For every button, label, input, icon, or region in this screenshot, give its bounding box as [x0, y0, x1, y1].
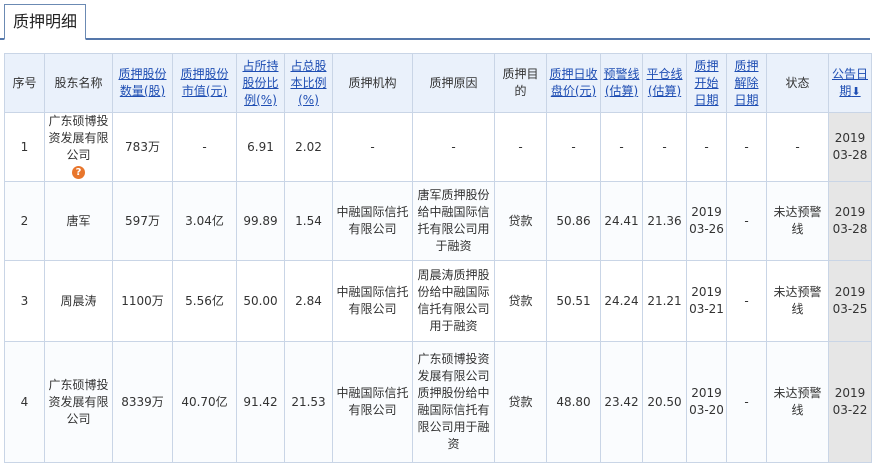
cell-holder: 广东硕博投资发展有限公司? — [44, 112, 113, 182]
cell-liquidation-line: 21.21 — [642, 260, 687, 342]
cell-index: 1 — [4, 112, 45, 182]
cell-reason: 周晨涛质押股份给中融国际信托有限公司用于融资 — [412, 260, 495, 342]
cell-shares: 597万 — [112, 181, 173, 261]
cell-reason: 唐军质押股份给中融国际信托有限公司用于融资 — [412, 181, 495, 261]
cell-pct-total: 2.02 — [284, 112, 333, 182]
cell-shares: 783万 — [112, 112, 173, 182]
cell-release-date: - — [726, 112, 767, 182]
cell-warn-line: 23.42 — [600, 341, 643, 463]
cell-liquidation-line: - — [642, 112, 687, 182]
cell-close-price: 50.86 — [546, 181, 601, 261]
tab-underline — [0, 38, 870, 40]
header-release-date[interactable]: 质押解除日期 — [726, 53, 767, 113]
sort-down-arrow-icon[interactable]: ⬇ — [851, 85, 860, 98]
question-icon[interactable]: ? — [72, 166, 85, 179]
header-status: 状态 — [766, 53, 829, 113]
cell-reason: - — [412, 112, 495, 182]
cell-index: 4 — [4, 341, 45, 463]
cell-holder: 广东硕博投资发展有限公司 — [44, 341, 113, 463]
cell-value: - — [172, 112, 237, 182]
pledge-table: 序号 股东名称 质押股份数量(股) 质押股份市值(元) 占所持股份比例(%) 占… — [4, 53, 872, 463]
header-pct-total[interactable]: 占总股本比例(%) — [284, 53, 333, 113]
cell-close-price: 50.51 — [546, 260, 601, 342]
cell-pct-held: 6.91 — [236, 112, 285, 182]
header-start-date[interactable]: 质押开始日期 — [686, 53, 727, 113]
header-index: 序号 — [4, 53, 45, 113]
header-reason: 质押原因 — [412, 53, 495, 113]
cell-start-date: 2019 03-26 — [686, 181, 727, 261]
header-close-price[interactable]: 质押日收盘价(元) — [546, 53, 601, 113]
cell-announce-date: 2019 03-22 — [828, 341, 872, 463]
cell-holder: 唐军 — [44, 181, 113, 261]
cell-announce-date: 2019 03-28 — [828, 181, 872, 261]
cell-shares: 1100万 — [112, 260, 173, 342]
cell-index: 2 — [4, 181, 45, 261]
cell-status: 未达预警线 — [766, 260, 829, 342]
cell-institution: - — [332, 112, 413, 182]
cell-start-date: 2019 03-20 — [686, 341, 727, 463]
header-institution: 质押机构 — [332, 53, 413, 113]
header-shares[interactable]: 质押股份数量(股) — [112, 53, 173, 113]
cell-pct-held: 99.89 — [236, 181, 285, 261]
cell-value: 40.70亿 — [172, 341, 237, 463]
header-announce-date[interactable]: 公告日期⬇ — [828, 53, 872, 113]
header-pct-held[interactable]: 占所持股份比例(%) — [236, 53, 285, 113]
cell-close-price: 48.80 — [546, 341, 601, 463]
cell-release-date: - — [726, 341, 767, 463]
header-liquidation-line[interactable]: 平仓线(估算) — [642, 53, 687, 113]
table-row: 1 广东硕博投资发展有限公司? 783万 - 6.91 2.02 - - - -… — [4, 112, 872, 182]
cell-holder: 周晨涛 — [44, 260, 113, 342]
cell-warn-line: 24.24 — [600, 260, 643, 342]
cell-announce-date: 2019 03-28 — [828, 112, 872, 182]
cell-start-date: 2019 03-21 — [686, 260, 727, 342]
cell-close-price: - — [546, 112, 601, 182]
cell-pct-held: 50.00 — [236, 260, 285, 342]
cell-institution: 中融国际信托有限公司 — [332, 341, 413, 463]
cell-liquidation-line: 20.50 — [642, 341, 687, 463]
cell-index: 3 — [4, 260, 45, 342]
cell-purpose: 贷款 — [494, 341, 547, 463]
cell-purpose: - — [494, 112, 547, 182]
cell-release-date: - — [726, 260, 767, 342]
cell-status: - — [766, 112, 829, 182]
header-purpose: 质押目的 — [494, 53, 547, 113]
cell-institution: 中融国际信托有限公司 — [332, 181, 413, 261]
cell-institution: 中融国际信托有限公司 — [332, 260, 413, 342]
table-row: 4 广东硕博投资发展有限公司 8339万 40.70亿 91.42 21.53 … — [4, 341, 872, 463]
header-value[interactable]: 质押股份市值(元) — [172, 53, 237, 113]
cell-status: 未达预警线 — [766, 181, 829, 261]
cell-value: 3.04亿 — [172, 181, 237, 261]
cell-pct-held: 91.42 — [236, 341, 285, 463]
cell-status: 未达预警线 — [766, 341, 829, 463]
cell-value: 5.56亿 — [172, 260, 237, 342]
cell-purpose: 贷款 — [494, 260, 547, 342]
cell-reason: 广东硕博投资发展有限公司质押股份给中融国际信托有限公司用于融资 — [412, 341, 495, 463]
table-header-row: 序号 股东名称 质押股份数量(股) 质押股份市值(元) 占所持股份比例(%) 占… — [4, 53, 872, 113]
cell-warn-line: - — [600, 112, 643, 182]
cell-liquidation-line: 21.36 — [642, 181, 687, 261]
cell-pct-total: 2.84 — [284, 260, 333, 342]
cell-shares: 8339万 — [112, 341, 173, 463]
cell-announce-date: 2019 03-25 — [828, 260, 872, 342]
cell-start-date: - — [686, 112, 727, 182]
tab-bar: 质押明细 — [0, 0, 874, 42]
header-warn-line[interactable]: 预警线(估算) — [600, 53, 643, 113]
cell-purpose: 贷款 — [494, 181, 547, 261]
tab-pledge-details[interactable]: 质押明细 — [4, 4, 87, 40]
table-row: 2 唐军 597万 3.04亿 99.89 1.54 中融国际信托有限公司 唐军… — [4, 181, 872, 261]
cell-release-date: - — [726, 181, 767, 261]
cell-pct-total: 1.54 — [284, 181, 333, 261]
cell-pct-total: 21.53 — [284, 341, 333, 463]
table-row: 3 周晨涛 1100万 5.56亿 50.00 2.84 中融国际信托有限公司 … — [4, 260, 872, 342]
cell-warn-line: 24.41 — [600, 181, 643, 261]
header-holder: 股东名称 — [44, 53, 113, 113]
